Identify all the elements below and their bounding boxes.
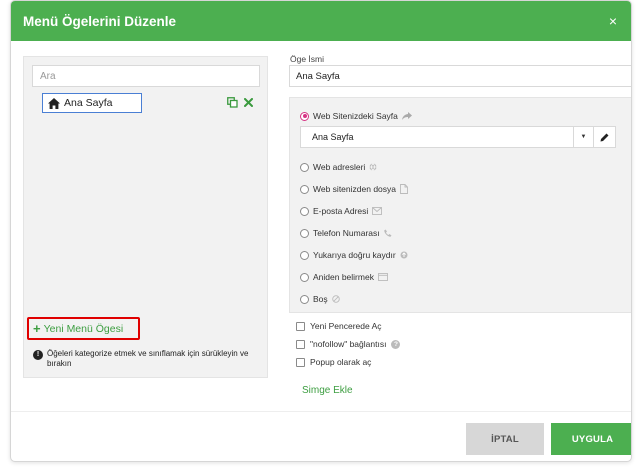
option-scroll-top[interactable]: Yukarıya doğru kaydır — [300, 250, 408, 260]
drag-hint: ! Öğeleri kategorize etmek ve sınıflamak… — [33, 349, 263, 369]
option-label: Web adresleri — [313, 162, 366, 172]
close-icon[interactable]: × — [605, 13, 621, 29]
add-menu-item-label: Yeni Menü Ögesi — [43, 322, 124, 335]
question-icon[interactable]: ? — [391, 339, 401, 349]
option-popup-appear[interactable]: Aniden belirmek — [300, 272, 388, 282]
info-icon: ! — [33, 350, 43, 360]
add-menu-item-button[interactable]: + Yeni Menü Ögesi — [27, 317, 140, 340]
page-select[interactable]: Ana Sayfa ▼ — [300, 126, 616, 148]
option-label: Web Sitenizdeki Sayfa — [313, 111, 398, 121]
option-web-address[interactable]: Web adresleri — [300, 162, 377, 172]
option-email[interactable]: E-posta Adresi — [300, 206, 383, 216]
radio-site-file[interactable] — [300, 184, 309, 194]
window-icon — [378, 273, 388, 281]
item-name-label: Öge İsmi — [290, 54, 325, 64]
plus-icon: + — [33, 321, 41, 336]
phone-icon — [383, 229, 392, 237]
footer-divider — [11, 411, 631, 412]
globe-icon — [369, 163, 377, 171]
page-select-value: Ana Sayfa — [312, 132, 354, 142]
nofollow-checkbox[interactable]: "nofollow" bağlantısı ? — [296, 339, 401, 349]
arrow-up-circle-icon — [400, 251, 408, 259]
option-empty[interactable]: Boş — [300, 294, 340, 304]
link-type-panel: Web Sitenizdeki Sayfa Ana Sayfa ▼ Web ad… — [289, 97, 631, 313]
option-label: Yukarıya doğru kaydır — [313, 250, 396, 260]
popup-box[interactable] — [296, 357, 305, 367]
new-window-checkbox[interactable]: Yeni Pencerede Aç — [296, 321, 382, 331]
tree-item-home[interactable]: Ana Sayfa — [42, 93, 142, 113]
cancel-button[interactable]: İPTAL — [466, 423, 544, 455]
option-label: Web sitenizden dosya — [313, 184, 397, 194]
option-phone[interactable]: Telefon Numarası — [300, 228, 392, 238]
add-icon-link[interactable]: Simge Ekle — [302, 385, 353, 396]
copy-icon[interactable] — [226, 96, 238, 108]
option-site-file[interactable]: Web sitenizden dosya — [300, 184, 408, 194]
drag-hint-text: Öğeleri kategorize etmek ve sınıflamak i… — [47, 349, 249, 368]
envelope-icon — [372, 207, 383, 215]
new-window-label: Yeni Pencerede Aç — [310, 321, 382, 331]
dialog-title: Menü Ögelerini Düzenle — [23, 13, 177, 29]
popup-checkbox[interactable]: Popup olarak aç — [296, 357, 371, 367]
radio-empty[interactable] — [300, 294, 309, 304]
home-icon — [48, 97, 60, 109]
option-label: Telefon Numarası — [313, 228, 380, 238]
new-window-box[interactable] — [296, 321, 305, 331]
radio-site-page[interactable] — [300, 111, 309, 121]
radio-email[interactable] — [300, 206, 309, 216]
tree-item-label: Ana Sayfa — [64, 97, 113, 109]
option-site-page[interactable]: Web Sitenizdeki Sayfa — [300, 111, 412, 121]
apply-button[interactable]: UYGULA — [551, 423, 631, 455]
share-arrow-icon — [401, 112, 412, 120]
radio-phone[interactable] — [300, 228, 309, 238]
item-name-input[interactable] — [289, 65, 631, 87]
option-label: E-posta Adresi — [313, 206, 369, 216]
edit-menu-items-dialog: Menü Ögelerini Düzenle × Ana Sayfa + Yen… — [10, 0, 632, 462]
remove-icon[interactable] — [242, 96, 254, 108]
file-icon — [400, 184, 408, 194]
nofollow-box[interactable] — [296, 339, 305, 349]
nofollow-label: "nofollow" bağlantısı — [310, 339, 387, 349]
search-input[interactable] — [32, 65, 260, 87]
radio-scroll-top[interactable] — [300, 250, 309, 260]
option-label: Aniden belirmek — [313, 272, 374, 282]
popup-label: Popup olarak aç — [310, 357, 372, 367]
radio-popup-appear[interactable] — [300, 272, 309, 282]
option-label: Boş — [313, 294, 328, 304]
chevron-down-icon[interactable]: ▼ — [573, 127, 593, 147]
dialog-header: Menü Ögelerini Düzenle × — [11, 1, 631, 41]
slash-circle-icon — [331, 295, 340, 303]
radio-web-address[interactable] — [300, 162, 309, 172]
pencil-icon[interactable] — [593, 127, 615, 147]
